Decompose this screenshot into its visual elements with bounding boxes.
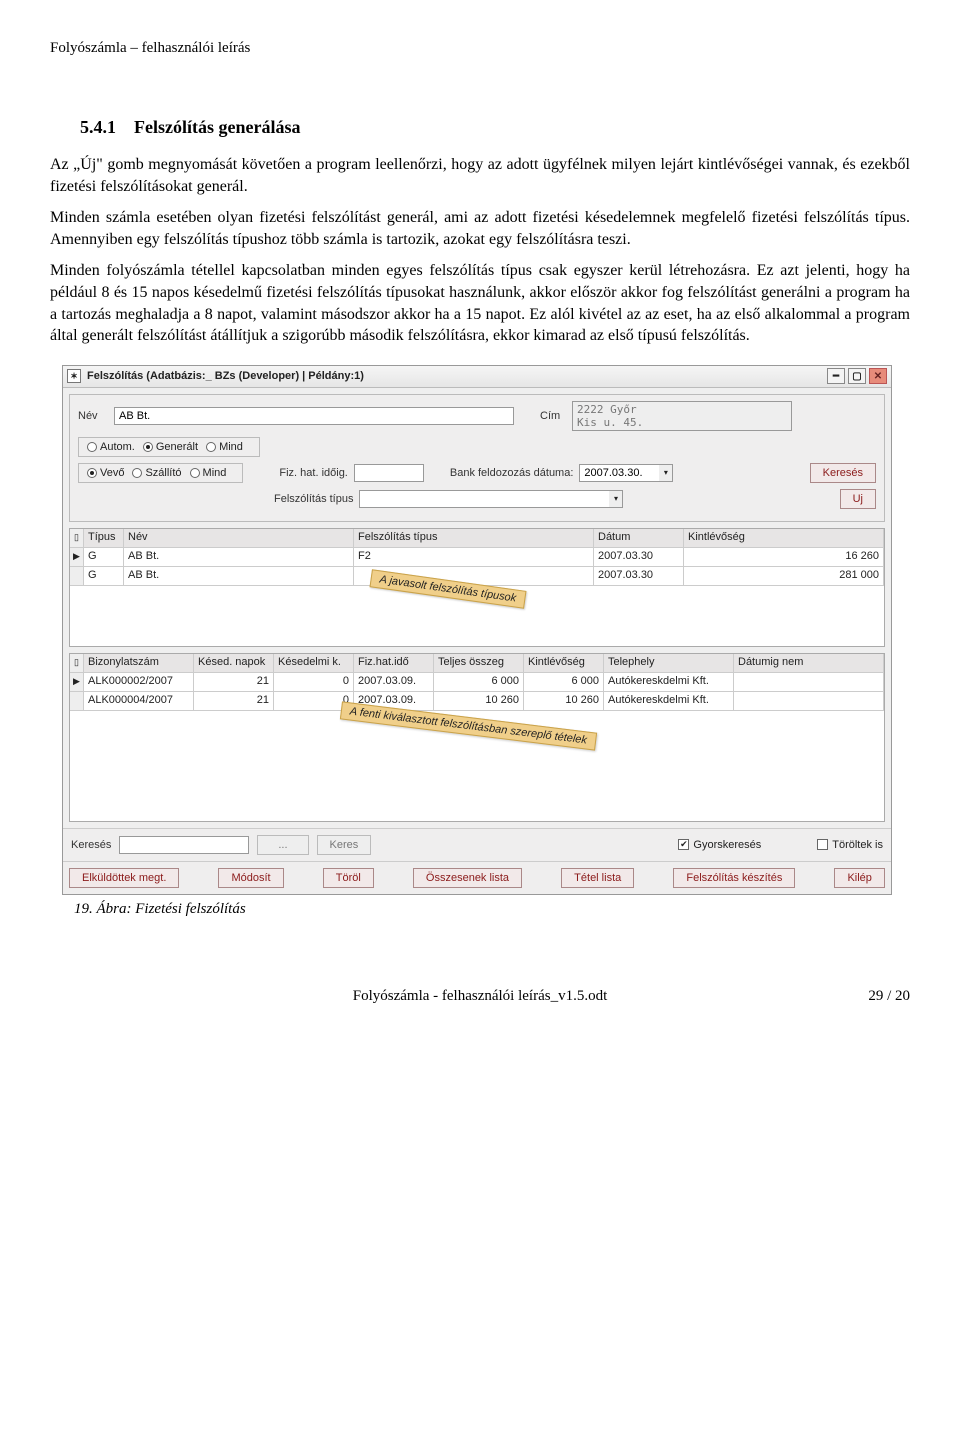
col-kintlevoseg[interactable]: Kintlévőség	[684, 529, 884, 547]
close-button[interactable]: ✕	[869, 368, 887, 384]
col-teljesosszeg[interactable]: Teljes összeg	[434, 654, 524, 672]
figure-caption: 19. Ábra: Fizetési felszólítás	[74, 901, 910, 918]
window-title: Felszólítás (Adatbázis:_ BZs (Developer)…	[87, 370, 364, 382]
kilep-button[interactable]: Kilép	[834, 868, 884, 888]
paragraph-2: Minden számla esetében olyan fizetési fe…	[50, 207, 910, 250]
felsztipus-input[interactable]	[359, 490, 609, 508]
col-kesedkamat[interactable]: Késedelmi k.	[274, 654, 354, 672]
col-felsztipus[interactable]: Felszólítás típus	[354, 529, 594, 547]
label-kereses: Keresés	[71, 839, 111, 851]
radio-mind-1[interactable]: Mind	[206, 441, 243, 453]
label-bankdatum: Bank feldozozás dátuma:	[450, 467, 574, 479]
modosit-button[interactable]: Módosít	[218, 868, 283, 888]
dots-button[interactable]: ...	[257, 835, 308, 855]
radio-szallito[interactable]: Szállító	[132, 467, 181, 479]
chevron-down-icon[interactable]: ▾	[659, 464, 673, 482]
paragraph-1: Az „Új" gomb megnyomását követően a prog…	[50, 154, 910, 197]
kereses-button[interactable]: Keresés	[810, 463, 876, 483]
fizhat-input[interactable]	[354, 464, 424, 482]
section-heading: 5.4.1 Felszólítás generálása	[80, 117, 880, 138]
app-window: ✶ Felszólítás (Adatbázis:_ BZs (Develope…	[62, 365, 892, 895]
label-felsztipus: Felszólítás típus	[274, 493, 353, 505]
label-nev: Név	[78, 410, 108, 422]
col-datumignem[interactable]: Dátumig nem	[734, 654, 884, 672]
page-header: Folyószámla – felhasználói leírás	[50, 40, 910, 57]
section-number: 5.4.1	[80, 117, 116, 137]
elkuldottek-button[interactable]: Elküldöttek megt.	[69, 868, 179, 888]
label-cim: Cím	[540, 410, 566, 422]
section-title-text: Felszólítás generálása	[134, 117, 300, 137]
nev-input[interactable]	[114, 407, 514, 425]
radio-autom[interactable]: Autom.	[87, 441, 135, 453]
osszesenek-button[interactable]: Összesenek lista	[413, 868, 522, 888]
action-bar: Elküldöttek megt. Módosít Töröl Összesen…	[63, 861, 891, 894]
radio-generalt[interactable]: Generált	[143, 441, 198, 453]
row-marker	[70, 692, 84, 710]
toroltek-checkbox[interactable]: Töröltek is	[817, 839, 883, 851]
radio-vevo[interactable]: Vevő	[87, 467, 124, 479]
table-row[interactable]: ▶ G AB Bt. F2 2007.03.30 16 260	[70, 548, 884, 567]
bankdatum-combo[interactable]: ▾	[579, 464, 673, 482]
row-marker-header: ▯	[70, 529, 84, 547]
page-footer: Folyószámla - felhasználói leírás_v1.5.o…	[50, 988, 910, 1005]
grid-tetelek[interactable]: ▯ Bizonylatszám Késed. napok Késedelmi k…	[69, 653, 885, 822]
filter-panel: Név Cím Autom. Generált Mind Vevő Szállí…	[69, 394, 885, 522]
col-fizhatido[interactable]: Fiz.hat.idő	[354, 654, 434, 672]
maximize-button[interactable]: ▢	[848, 368, 866, 384]
app-icon: ✶	[67, 369, 81, 383]
gyorskereses-checkbox[interactable]: ✔Gyorskeresés	[678, 839, 761, 851]
row-marker: ▶	[70, 548, 84, 566]
footer-filename: Folyószámla - felhasználói leírás_v1.5.o…	[353, 988, 608, 1005]
row-marker-header: ▯	[70, 654, 84, 672]
col-kintlev[interactable]: Kintlévőség	[524, 654, 604, 672]
label-fizhat: Fiz. hat. időig.	[279, 467, 347, 479]
window-titlebar: ✶ Felszólítás (Adatbázis:_ BZs (Develope…	[63, 366, 891, 388]
table-row[interactable]: ▶ ALK000002/2007 21 0 2007.03.09. 6 000 …	[70, 673, 884, 692]
footer-pagenum: 29 / 20	[868, 988, 910, 1005]
keres-button-disabled: Keres	[317, 835, 372, 855]
keszites-button[interactable]: Felszólítás készítés	[673, 868, 795, 888]
table-row[interactable]: ALK000004/2007 21 0 2007.03.09. 10 260 1…	[70, 692, 884, 711]
chevron-down-icon[interactable]: ▾	[609, 490, 623, 508]
kereses-input[interactable]	[119, 836, 249, 854]
figure-screenshot: ✶ Felszólítás (Adatbázis:_ BZs (Develope…	[62, 365, 910, 918]
col-kesednapok[interactable]: Késed. napok	[194, 654, 274, 672]
cim-display	[572, 401, 792, 431]
uj-button[interactable]: Uj	[840, 489, 876, 509]
col-tipus[interactable]: Típus	[84, 529, 124, 547]
row-marker: ▶	[70, 673, 84, 691]
grid-felszolitasok[interactable]: ▯ Típus Név Felszólítás típus Dátum Kint…	[69, 528, 885, 647]
table-row[interactable]: G AB Bt. 2007.03.30 281 000	[70, 567, 884, 586]
paragraph-3: Minden folyószámla tétellel kapcsolatban…	[50, 260, 910, 346]
minimize-button[interactable]: ━	[827, 368, 845, 384]
col-telephely[interactable]: Telephely	[604, 654, 734, 672]
col-datum[interactable]: Dátum	[594, 529, 684, 547]
torol-button[interactable]: Töröl	[323, 868, 374, 888]
tetel-button[interactable]: Tétel lista	[561, 868, 634, 888]
felsztipus-combo[interactable]: ▾	[359, 490, 623, 508]
bankdatum-input[interactable]	[579, 464, 659, 482]
row-marker	[70, 567, 84, 585]
search-bar: Keresés ... Keres ✔Gyorskeresés Töröltek…	[63, 828, 891, 861]
radio-mind-2[interactable]: Mind	[190, 467, 227, 479]
col-bizonylat[interactable]: Bizonylatszám	[84, 654, 194, 672]
col-nev[interactable]: Név	[124, 529, 354, 547]
